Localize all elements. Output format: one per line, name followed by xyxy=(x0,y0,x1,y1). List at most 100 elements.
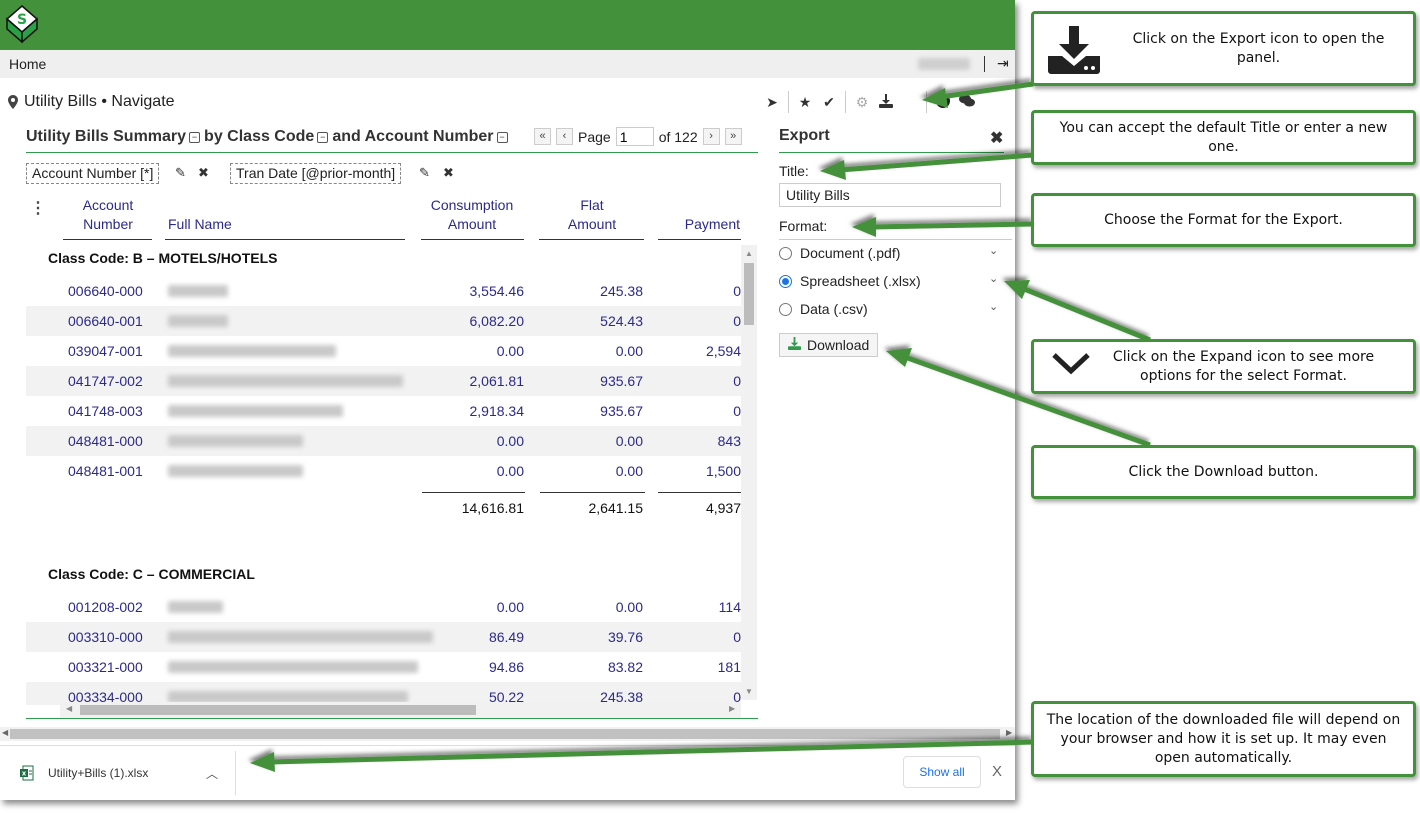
show-all-button[interactable]: Show all xyxy=(903,756,981,788)
sign-out-icon[interactable]: ⇥ xyxy=(997,55,1009,72)
payment-amount[interactable]: 0 xyxy=(733,373,741,389)
table-row[interactable]: 048481-000 0.00 0.00 843 xyxy=(26,426,741,456)
first-page-button[interactable]: « xyxy=(534,128,551,145)
close-download-bar-button[interactable]: X xyxy=(992,763,1002,780)
flat-amount[interactable]: 935.67 xyxy=(600,403,643,419)
app-logo-icon[interactable]: S xyxy=(6,5,38,43)
remove-filter-icon[interactable]: ✖ xyxy=(443,165,454,181)
account-number-link[interactable]: 041748-003 xyxy=(68,403,143,419)
account-number-link[interactable]: 003310-000 xyxy=(68,629,143,645)
column-header-consumption-amount[interactable]: Consumption Amount xyxy=(420,196,524,234)
table-row[interactable]: 006640-001 6,082.20 524.43 0 xyxy=(26,306,741,336)
consumption-amount[interactable]: 2,061.81 xyxy=(470,373,525,389)
check-icon[interactable]: ✔ xyxy=(817,94,841,111)
payment-amount[interactable]: 181 xyxy=(718,659,741,675)
chevron-up-icon[interactable]: ︿ xyxy=(206,765,218,782)
payment-amount[interactable]: 114 xyxy=(719,599,741,615)
comments-icon[interactable] xyxy=(955,94,979,111)
format-option[interactable]: Spreadsheet (.xlsx) ⌄ xyxy=(779,270,1004,292)
payment-amount[interactable]: 0 xyxy=(733,403,741,419)
table-row[interactable]: 003310-000 86.49 39.76 0 xyxy=(26,622,741,652)
account-number-link[interactable]: 048481-001 xyxy=(68,463,143,479)
scroll-thumb[interactable] xyxy=(80,705,476,715)
flat-amount[interactable]: 0.00 xyxy=(616,463,643,479)
flat-amount[interactable]: 245.38 xyxy=(600,283,643,299)
home-link[interactable]: Home xyxy=(9,56,46,72)
scroll-up-icon[interactable]: ▲ xyxy=(745,249,753,258)
edit-icon[interactable]: ✎ xyxy=(175,165,186,181)
export-title-input[interactable] xyxy=(779,183,1001,207)
remove-filter-icon[interactable]: ✖ xyxy=(198,165,209,181)
flat-amount[interactable]: 524.43 xyxy=(600,313,643,329)
table-row[interactable]: 039047-001 0.00 0.00 2,594 xyxy=(26,336,741,366)
flat-amount[interactable]: 0.00 xyxy=(616,433,643,449)
payment-amount[interactable]: 0 xyxy=(733,313,741,329)
scroll-thumb[interactable] xyxy=(10,729,1000,739)
payment-amount[interactable]: 1,500 xyxy=(706,463,741,479)
scroll-right-icon[interactable]: ▶ xyxy=(729,704,735,713)
consumption-amount[interactable]: 0.00 xyxy=(497,463,524,479)
next-page-button[interactable]: › xyxy=(702,128,720,145)
format-option[interactable]: Document (.pdf) ⌄ xyxy=(779,242,1004,264)
prev-page-button[interactable]: ‹ xyxy=(556,128,573,145)
account-number-link[interactable]: 041747-002 xyxy=(68,373,143,389)
scroll-down-icon[interactable]: ▼ xyxy=(745,687,753,696)
format-radio[interactable] xyxy=(779,246,792,260)
consumption-amount[interactable]: 0.00 xyxy=(497,599,524,615)
consumption-amount[interactable]: 3,554.46 xyxy=(470,283,525,299)
column-menu-icon[interactable]: ⋮ xyxy=(30,198,46,218)
column-header-flat-amount[interactable]: Flat Amount xyxy=(540,196,644,234)
account-number-link[interactable]: 001208-002 xyxy=(68,599,143,615)
flat-amount[interactable]: 39.76 xyxy=(608,629,643,645)
consumption-amount[interactable]: 94.86 xyxy=(489,659,524,675)
scroll-left-icon[interactable]: ◀ xyxy=(2,728,8,737)
flat-amount[interactable]: 935.67 xyxy=(600,373,643,389)
format-option[interactable]: Data (.csv) ⌄ xyxy=(779,298,1004,320)
download-icon[interactable] xyxy=(874,93,898,111)
format-radio[interactable] xyxy=(779,302,792,316)
column-header-full-name[interactable]: Full Name xyxy=(168,215,232,234)
table-row[interactable]: 041747-002 2,061.81 935.67 0 xyxy=(26,366,741,396)
close-icon[interactable]: ✖ xyxy=(990,128,1003,148)
payment-amount[interactable]: 2,594 xyxy=(706,343,741,359)
table-row[interactable]: 001208-002 0.00 0.00 114 xyxy=(26,592,741,622)
filter-chip[interactable]: Tran Date [@prior-month] xyxy=(230,163,402,184)
collapse-icon[interactable]: − xyxy=(496,132,508,143)
consumption-amount[interactable]: 0.00 xyxy=(497,433,524,449)
edit-icon[interactable]: ✎ xyxy=(419,165,430,181)
collapse-icon[interactable]: − xyxy=(317,132,329,143)
gears-icon[interactable]: ⚙ xyxy=(850,94,874,111)
scroll-right-icon[interactable]: ▶ xyxy=(1006,728,1012,737)
collapse-icon[interactable]: − xyxy=(189,132,201,143)
user-name-blurred[interactable] xyxy=(918,58,970,70)
table-row[interactable]: 041748-003 2,918.34 935.67 0 xyxy=(26,396,741,426)
flat-amount[interactable]: 0.00 xyxy=(616,599,643,615)
scroll-thumb[interactable] xyxy=(744,263,754,325)
horizontal-scrollbar[interactable]: ◀ ▶ xyxy=(60,702,741,718)
chevron-down-icon[interactable]: ⌄ xyxy=(989,244,998,257)
format-radio[interactable] xyxy=(779,274,792,288)
last-page-button[interactable]: » xyxy=(724,128,742,145)
consumption-amount[interactable]: 6,082.20 xyxy=(470,313,525,329)
download-button[interactable]: Download xyxy=(779,333,879,357)
star-icon[interactable]: ★ xyxy=(793,94,817,111)
account-number-link[interactable]: 006640-001 xyxy=(68,313,143,329)
account-number-link[interactable]: 006640-000 xyxy=(68,283,143,299)
table-row[interactable]: 048481-001 0.00 0.00 1,500 xyxy=(26,456,741,486)
payment-amount[interactable]: 0 xyxy=(733,283,741,299)
column-header-payment[interactable]: Payment xyxy=(660,215,740,234)
filter-chip[interactable]: Account Number [*] xyxy=(26,163,160,184)
vertical-scrollbar[interactable]: ▲ ▼ xyxy=(741,245,757,700)
page-horizontal-scrollbar[interactable]: ◀ ▶ xyxy=(0,727,1015,741)
account-number-link[interactable]: 048481-000 xyxy=(68,433,143,449)
info-icon[interactable] xyxy=(931,93,955,111)
account-number-link[interactable]: 039047-001 xyxy=(68,343,143,359)
account-number-link[interactable]: 003321-000 xyxy=(68,659,143,675)
location-arrow-icon[interactable]: ➤ xyxy=(760,94,784,111)
column-header-account-number[interactable]: Account Number xyxy=(63,196,153,234)
consumption-amount[interactable]: 2,918.34 xyxy=(470,403,525,419)
flat-amount[interactable]: 83.82 xyxy=(608,659,643,675)
scroll-left-icon[interactable]: ◀ xyxy=(66,704,72,713)
chevron-down-icon[interactable]: ⌄ xyxy=(989,300,998,313)
table-row[interactable]: 006640-000 3,554.46 245.38 0 xyxy=(26,276,741,306)
